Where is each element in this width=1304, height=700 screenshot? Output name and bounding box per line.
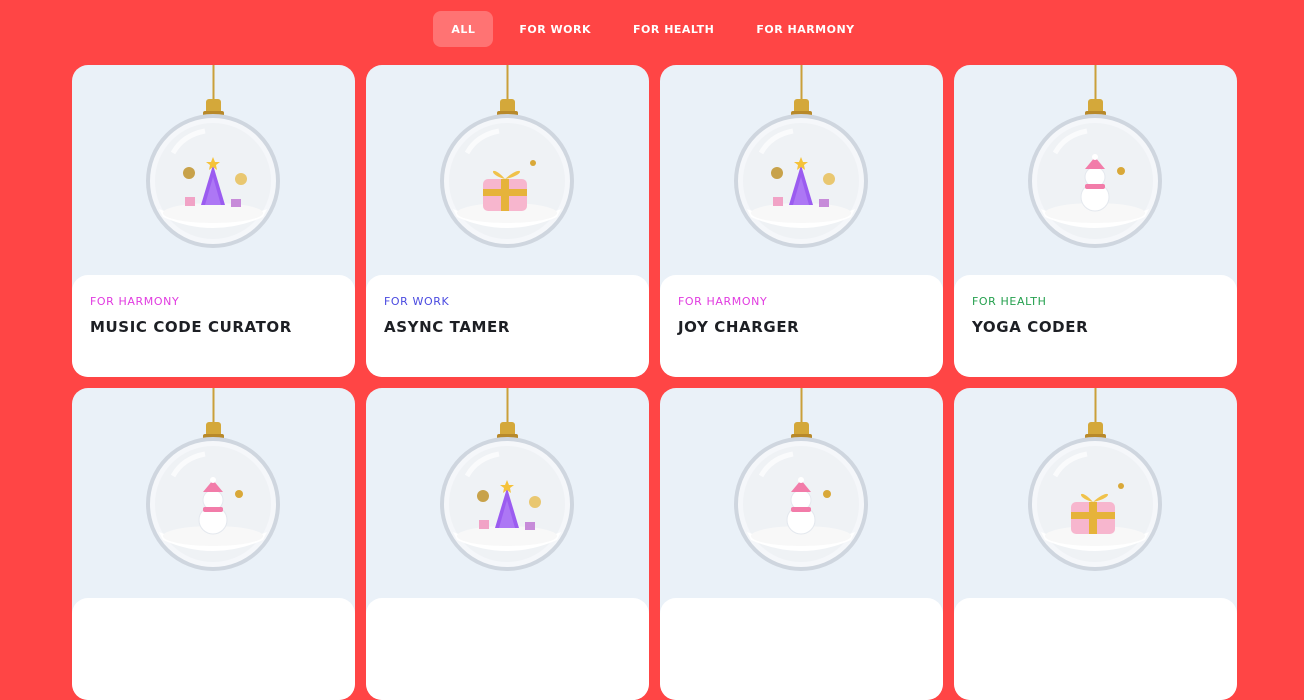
- tab-for-work[interactable]: FOR WORK: [503, 11, 607, 47]
- gift-ornament-icon: [954, 388, 1237, 610]
- tree-ornament-icon: [660, 65, 943, 287]
- card-info: FOR WORK ASYNC TAMER: [366, 275, 649, 377]
- tab-for-health[interactable]: FOR HEALTH: [617, 11, 730, 47]
- product-card[interactable]: FOR HARMONY JOY CHARGER: [660, 65, 943, 377]
- product-card[interactable]: FOR WORK ASYNC TAMER: [366, 65, 649, 377]
- product-card[interactable]: FOR HARMONY MUSIC CODE CURATOR: [72, 65, 355, 377]
- card-category: FOR WORK: [384, 295, 450, 308]
- card-title: MUSIC CODE CURATOR: [90, 318, 292, 336]
- product-card[interactable]: FOR HEALTH YOGA CODER: [954, 65, 1237, 377]
- gift-ornament-icon: [366, 65, 649, 287]
- tab-for-harmony[interactable]: FOR HARMONY: [740, 11, 870, 47]
- card-info: [366, 598, 649, 700]
- card-title: ASYNC TAMER: [384, 318, 511, 336]
- tab-all[interactable]: ALL: [433, 11, 494, 47]
- category-filter-tabs: ALL FOR WORK FOR HEALTH FOR HARMONY: [0, 11, 1304, 47]
- product-card[interactable]: [954, 388, 1237, 700]
- card-info: FOR HEALTH YOGA CODER: [954, 275, 1237, 377]
- card-info: FOR HARMONY JOY CHARGER: [660, 275, 943, 377]
- tree-ornament-icon: [72, 65, 355, 287]
- product-card[interactable]: [366, 388, 649, 700]
- card-category: FOR HARMONY: [678, 295, 768, 308]
- snowman-ornament-icon: [72, 388, 355, 610]
- product-card[interactable]: [72, 388, 355, 700]
- tree-ornament-icon: [366, 388, 649, 610]
- card-title: YOGA CODER: [972, 318, 1089, 336]
- product-grid: FOR HARMONY MUSIC CODE CURATOR FOR WORK AS…: [72, 65, 1237, 700]
- card-category: FOR HEALTH: [972, 295, 1047, 308]
- snowman-ornament-icon: [954, 65, 1237, 287]
- snowman-ornament-icon: [660, 388, 943, 610]
- card-info: FOR HARMONY MUSIC CODE CURATOR: [72, 275, 355, 377]
- card-info: [660, 598, 943, 700]
- card-category: FOR HARMONY: [90, 295, 180, 308]
- card-title: JOY CHARGER: [678, 318, 800, 336]
- product-card[interactable]: [660, 388, 943, 700]
- card-info: [954, 598, 1237, 700]
- card-info: [72, 598, 355, 700]
